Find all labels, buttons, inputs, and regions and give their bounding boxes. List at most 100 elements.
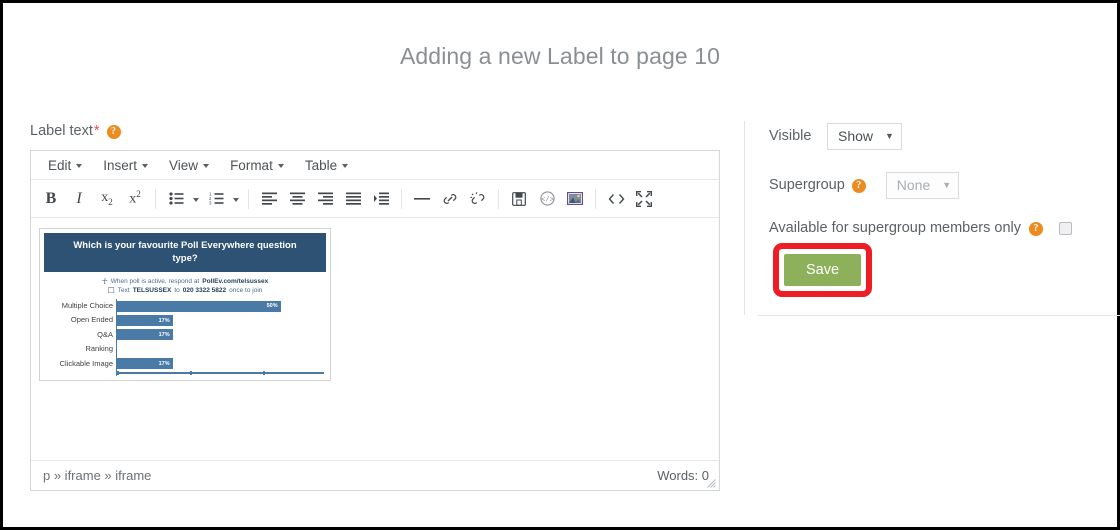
poll-bar: 17% (117, 329, 173, 341)
toolbar-divider (401, 188, 402, 209)
media-icon[interactable] (505, 185, 533, 213)
superscript-icon[interactable]: x2 (121, 185, 149, 213)
source-code-icon[interactable] (602, 185, 630, 213)
poll-category-label: Ranking (85, 344, 113, 354)
help-icon[interactable]: ? (106, 125, 121, 139)
visible-select-value: Show (838, 128, 874, 144)
members-only-label: Available for supergroup members only (769, 220, 1022, 236)
unlink-icon[interactable] (464, 185, 492, 213)
italic-icon[interactable]: I (65, 185, 93, 213)
align-center-icon[interactable] (283, 185, 311, 213)
menu-view[interactable]: View (160, 155, 218, 176)
sms-keyword: TELSUSSEX (132, 287, 172, 294)
required-asterisk: * (93, 123, 100, 139)
poll-url: PollEv.com/telsussex (202, 278, 269, 285)
align-right-icon[interactable] (311, 185, 339, 213)
poll-bar: 50% (117, 300, 281, 312)
visible-setting-row: Visible Show ▼ (769, 121, 1099, 151)
menu-insert-label: Insert (103, 157, 138, 173)
members-only-checkbox[interactable] (1059, 221, 1073, 235)
poll-category-label: Open Ended (70, 315, 113, 325)
toolbar-divider (498, 188, 499, 209)
chevron-down-icon (76, 164, 83, 168)
poll-instructions: ☥ When poll is active, respond at PollEv… (44, 272, 326, 299)
poll-instruction-web: ☥ When poll is active, respond at PollEv… (44, 277, 326, 286)
svg-text:3: 3 (209, 201, 212, 205)
embed-code-icon[interactable]: </> (533, 185, 561, 213)
align-justify-icon[interactable] (339, 185, 367, 213)
menu-edit-label: Edit (48, 157, 72, 173)
supergroup-select[interactable]: None ▼ (885, 171, 960, 199)
word-count: Words: 0 (657, 468, 709, 483)
link-icon[interactable] (436, 185, 464, 213)
chevron-down-icon (342, 164, 349, 168)
toolbar-divider (155, 188, 156, 209)
svg-text:</>: </> (541, 196, 554, 204)
menu-table[interactable]: Table (296, 155, 357, 176)
column-divider (744, 121, 745, 315)
save-button[interactable]: Save (784, 254, 862, 286)
menu-format[interactable]: Format (221, 155, 293, 176)
editor-menubar: Edit Insert View Format Table (31, 151, 719, 180)
align-left-icon[interactable] (255, 185, 283, 213)
visible-select[interactable]: Show ▼ (827, 122, 902, 150)
label-text-field-label: Label text * ? (30, 121, 720, 141)
menu-format-label: Format (230, 157, 273, 173)
help-icon[interactable]: ? (851, 179, 866, 193)
fullscreen-icon[interactable] (630, 185, 658, 213)
poll-category-label: Clickable Image (59, 358, 113, 368)
horizontal-rule-icon[interactable] (408, 185, 436, 213)
bullet-list-chevron-down-icon[interactable] (190, 185, 202, 213)
menu-view-label: View (169, 157, 199, 173)
poll-bar-row: 17% (117, 313, 324, 327)
poll-bar-chart: Multiple Choice Open Ended Q&A Ranking C… (44, 299, 326, 376)
section-divider (758, 315, 1120, 316)
screenshot-frame: Adding a new Label to page 10 Label text… (0, 0, 1120, 530)
editor-statusbar: p » iframe » iframe Words: 0 (31, 460, 719, 490)
tinymce-editor: Edit Insert View Format Table B I x2 x2 … (30, 150, 720, 491)
toolbar-divider (248, 188, 249, 209)
poll-bar: 17% (117, 358, 173, 370)
phone-icon: ☐ (107, 286, 115, 295)
members-only-setting-row: Available for supergroup members only ? (769, 217, 1099, 239)
toolbar-divider (595, 188, 596, 209)
menu-edit[interactable]: Edit (39, 155, 91, 176)
sms-number: 020 3322 5822 (182, 287, 227, 294)
field-label-text: Label text (30, 123, 93, 139)
numbered-list-chevron-down-icon[interactable] (230, 185, 242, 213)
supergroup-select-value: None (896, 177, 931, 193)
help-icon[interactable]: ? (1029, 222, 1044, 236)
editor-toolbar: B I x2 x2 1 2 3 </> (31, 180, 719, 218)
sms-mid: to (174, 287, 180, 294)
save-button-annotated: Save (773, 243, 873, 297)
red-annotation-box: Save (773, 243, 873, 297)
sms-prefix: Text (117, 287, 130, 294)
supergroup-setting-row: Supergroup ? None ▼ (769, 170, 1099, 200)
poll-title: Which is your favourite Poll Everywhere … (44, 233, 326, 272)
indent-icon[interactable] (367, 185, 395, 213)
label-text-section: Label text * ? Edit Insert View Format T… (30, 121, 720, 491)
editor-content-area[interactable]: Which is your favourite Poll Everywhere … (31, 218, 719, 460)
subscript-icon[interactable]: x2 (93, 185, 121, 213)
poll-category-label: Q&A (97, 329, 113, 339)
wifi-icon: ☥ (101, 277, 108, 286)
poll-category-labels: Multiple Choice Open Ended Q&A Ranking C… (44, 299, 116, 376)
poll-bar-row: 50% (117, 299, 324, 313)
poll-bar-row: 17% (117, 357, 324, 371)
bullet-list-icon[interactable] (162, 185, 190, 213)
resize-handle-icon[interactable] (707, 479, 716, 488)
element-path[interactable]: p » iframe » iframe (43, 468, 151, 483)
embedded-poll-image[interactable]: Which is your favourite Poll Everywhere … (39, 228, 331, 381)
sms-suffix: once to join (229, 287, 263, 294)
poll-instruction-sms: ☐ Text TELSUSSEX to 020 3322 5822 once t… (44, 286, 326, 295)
poll-bar-row: 17% (117, 328, 324, 342)
menu-table-label: Table (304, 157, 338, 173)
settings-panel: Visible Show ▼ Supergroup ? None ▼ Avail… (769, 121, 1099, 239)
chevron-down-icon: ▼ (942, 180, 952, 190)
menu-insert[interactable]: Insert (94, 155, 157, 176)
image-icon[interactable] (561, 185, 589, 213)
poll-x-axis (117, 370, 324, 376)
supergroup-label: Supergroup (769, 177, 845, 193)
numbered-list-icon[interactable]: 1 2 3 (202, 185, 230, 213)
bold-icon[interactable]: B (37, 185, 65, 213)
